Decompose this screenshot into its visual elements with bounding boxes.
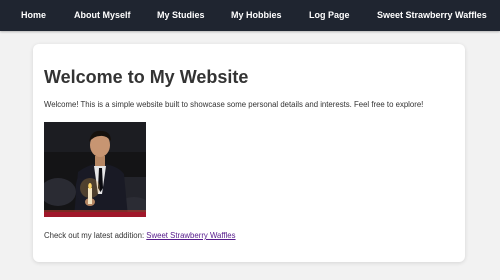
nav-link-home[interactable]: Home bbox=[21, 0, 46, 31]
page-title: Welcome to My Website bbox=[44, 67, 249, 87]
latest-addition-prefix: Check out my latest addition: bbox=[44, 231, 147, 240]
nav-link-my-studies[interactable]: My Studies bbox=[157, 0, 205, 31]
nav-link-sweet-strawberry-waffles[interactable]: Sweet Strawberry Waffles bbox=[377, 0, 487, 31]
latest-addition-text: Check out my latest addition: Sweet Stra… bbox=[44, 231, 236, 240]
content-card: Welcome to My Website Welcome! This is a… bbox=[33, 44, 465, 262]
nav-link-log-page[interactable]: Log Page bbox=[309, 0, 350, 31]
nav-link-my-hobbies[interactable]: My Hobbies bbox=[231, 0, 282, 31]
top-navigation-bar: Home About Myself My Studies My Hobbies … bbox=[0, 0, 500, 31]
profile-photo bbox=[44, 122, 146, 217]
profile-photo-illustration bbox=[44, 122, 146, 217]
nav-link-about-myself[interactable]: About Myself bbox=[74, 0, 131, 31]
intro-paragraph: Welcome! This is a simple website built … bbox=[44, 100, 424, 109]
latest-addition-link[interactable]: Sweet Strawberry Waffles bbox=[146, 231, 235, 240]
